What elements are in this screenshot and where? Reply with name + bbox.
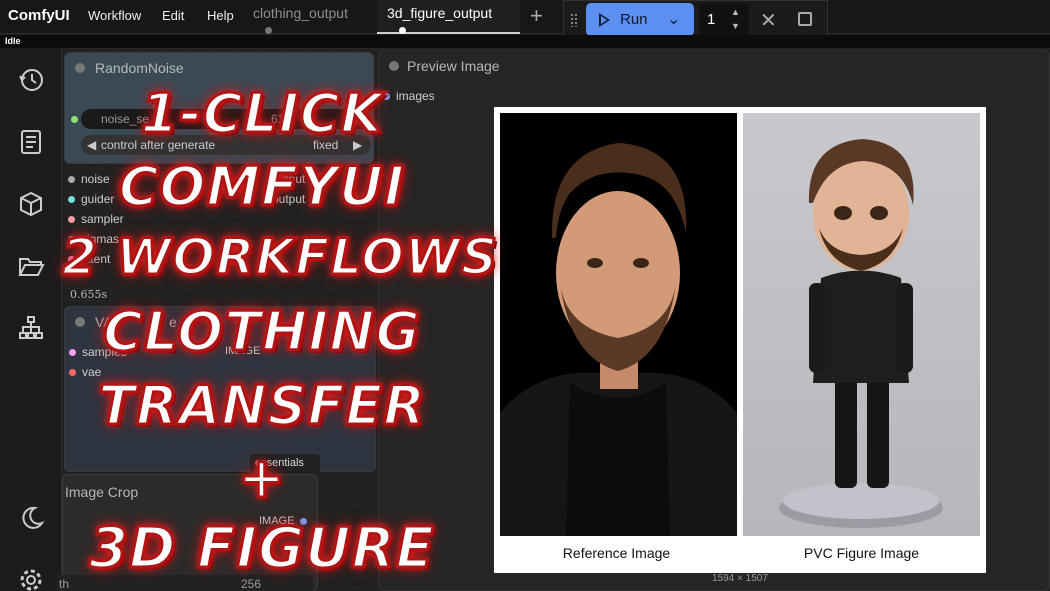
app-window: ComfyUI Workflow Edit Help clothing_outp… [0,0,1050,591]
overlay-line-6: 3D FIGURE [88,515,436,583]
chevron-down-icon[interactable]: ⌄ [667,9,680,29]
queue-count-stepper[interactable]: 1 ▲ ▼ [699,3,749,36]
close-icon[interactable]: ✕ [760,8,777,33]
queue-count-value: 1 [707,11,716,28]
caption-reference: Reference Image [562,545,671,561]
preview-image: Reference Image PVC Figure Image [494,107,986,573]
caption-pvc-figure: PVC Figure Image [803,545,920,561]
new-tab-plus-icon[interactable]: + [530,3,543,29]
unsaved-dot-icon[interactable] [399,26,406,34]
run-label: Run [620,11,648,28]
overlay-line-1: 1-CLICK [139,81,384,147]
menu-workflow[interactable]: Workflow [88,8,141,23]
top-menu-bar: ComfyUI Workflow Edit Help clothing_outp… [0,0,1050,39]
pvc-figure-render [743,113,980,536]
app-logo[interactable]: ComfyUI [8,7,70,24]
overlay-line-5: TRANSFER [97,373,427,439]
reference-photo [500,113,737,536]
history-icon[interactable] [17,66,45,94]
moon-icon[interactable] [17,504,45,532]
status-bar: Idle [0,35,1050,48]
preview-title: Preview Image [407,58,500,74]
cube-icon[interactable] [17,190,45,218]
tab-label: clothing_output [253,5,348,21]
run-button[interactable]: Run ⌄ [586,3,694,36]
tab-clothing-output[interactable]: clothing_output [243,0,376,34]
node-tree-icon[interactable] [17,314,45,342]
tab-3d-figure-output[interactable]: 3d_figure_output [377,0,520,34]
document-list-icon[interactable] [17,128,45,156]
stop-square-icon[interactable] [798,12,812,26]
gear-icon[interactable] [17,566,45,591]
node-title: RandomNoise [95,60,184,76]
image-dimensions: 1594 × 1507 [712,573,768,584]
chevron-down-icon[interactable]: ▼ [731,21,740,31]
overlay-line-2: COMFYUI [117,154,406,220]
overlay-line-4: CLOTHING [102,299,422,365]
tab-label: 3d_figure_output [387,5,493,21]
menu-edit[interactable]: Edit [162,8,184,23]
status-text: Idle [5,36,21,46]
overlay-line-3: 2 WORKFLOWS [61,227,499,288]
overlay-plus: + [237,445,287,513]
unsaved-dot-icon[interactable] [265,26,272,34]
drag-handle-icon[interactable] [570,13,578,27]
play-icon [599,13,610,27]
node-collapse-dot[interactable] [75,63,85,73]
menu-help[interactable]: Help [207,8,234,23]
sidebar [0,48,62,591]
node-collapse-dot[interactable] [389,61,399,71]
folder-open-icon[interactable] [17,252,45,280]
run-toolbar: Run ⌄ 1 ▲ ▼ ✕ [563,0,828,39]
chevron-up-icon[interactable]: ▲ [731,7,740,17]
